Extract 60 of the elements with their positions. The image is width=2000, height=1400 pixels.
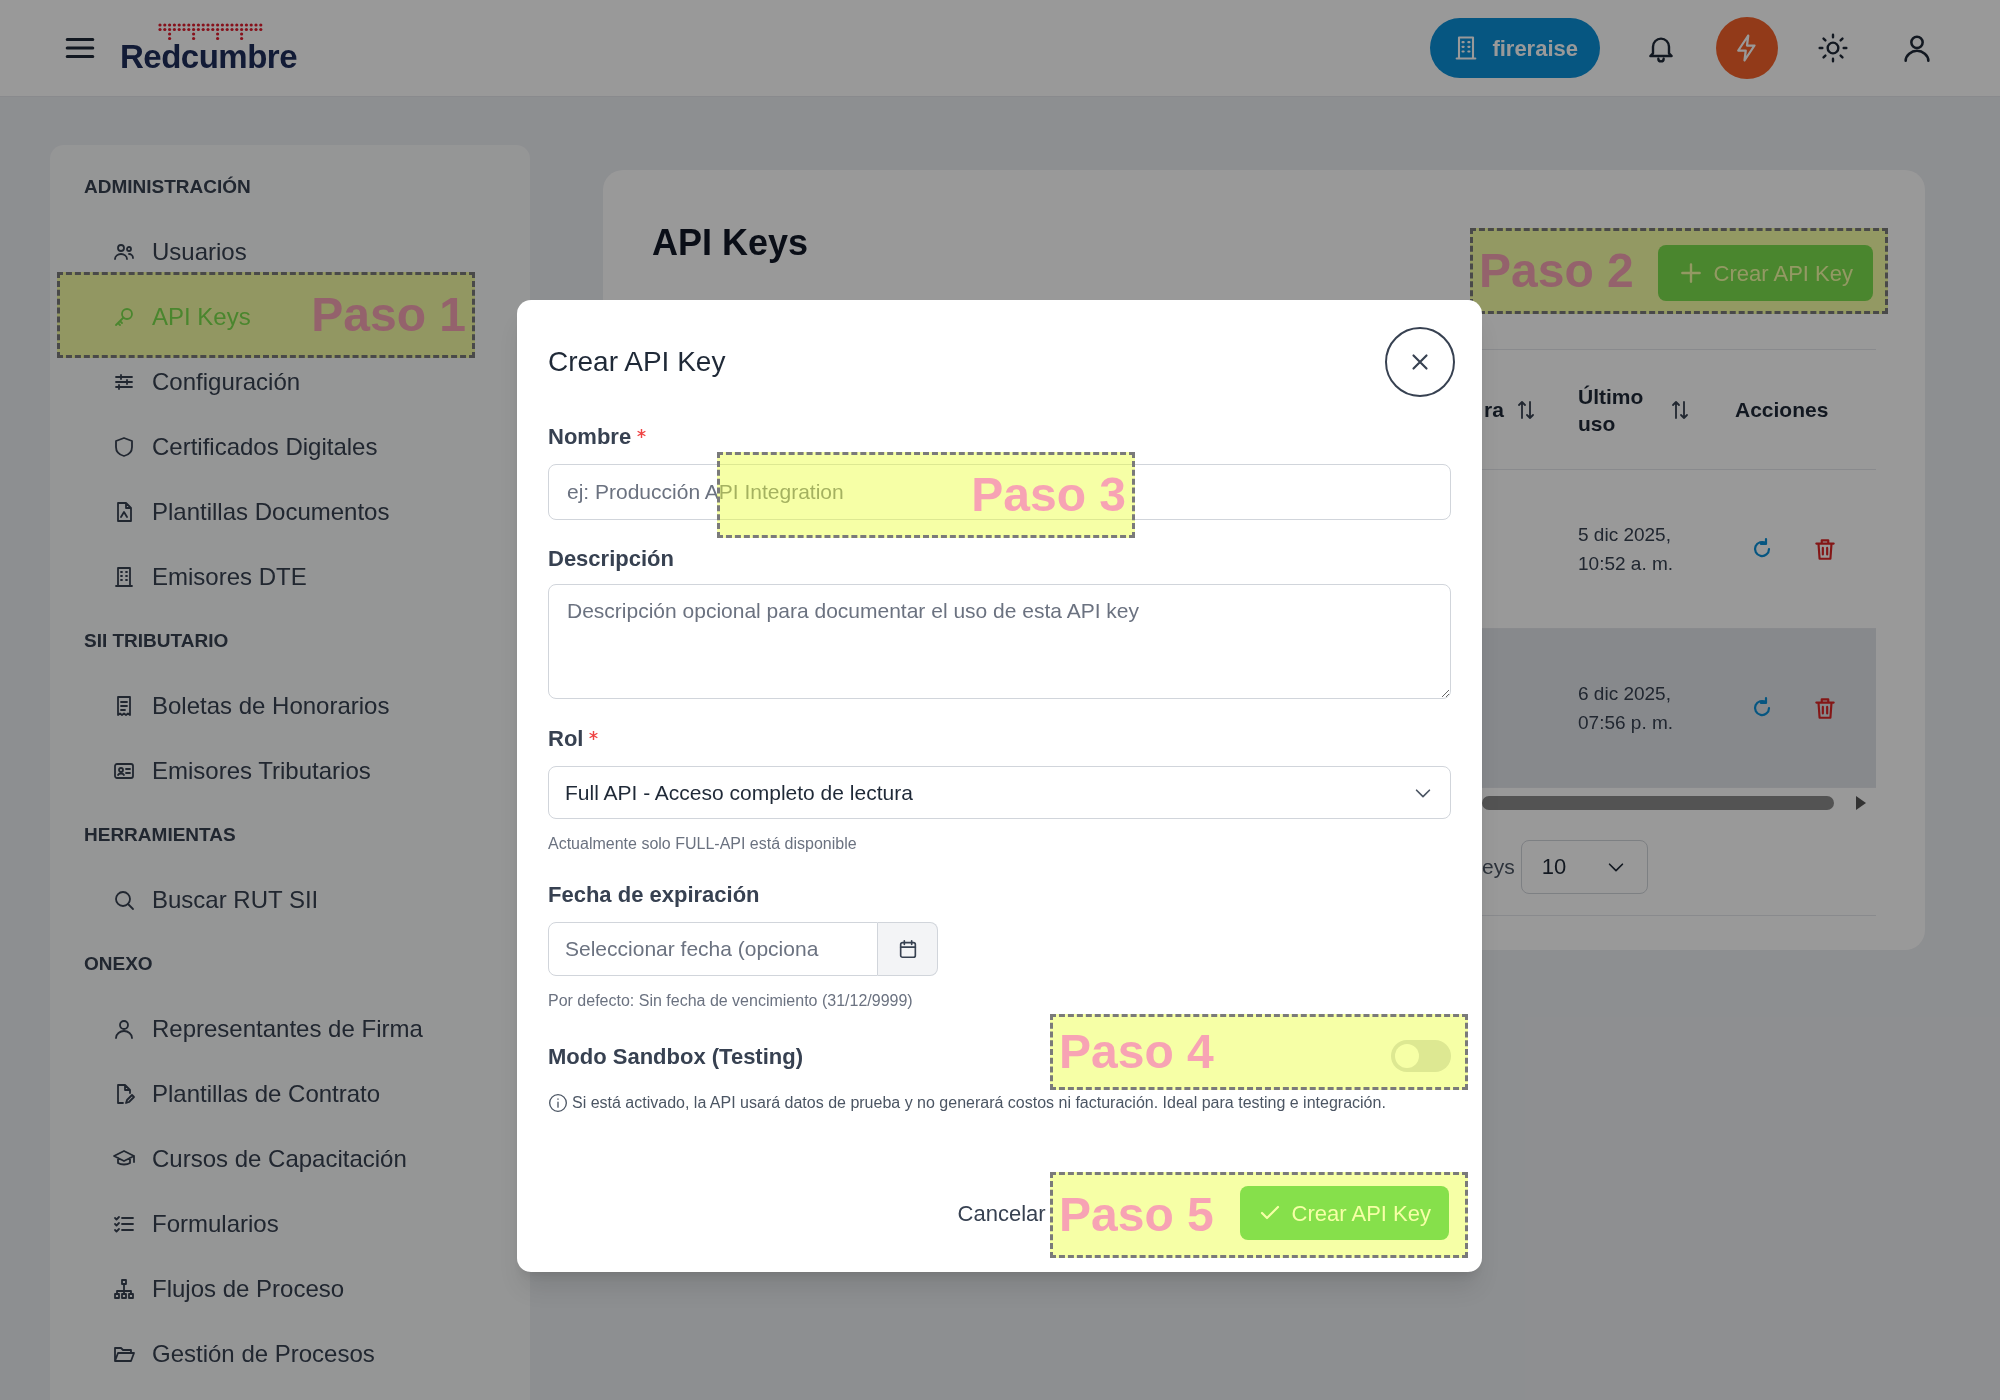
building-icon <box>112 564 136 589</box>
info-icon <box>548 1093 568 1113</box>
section-heading: ADMINISTRACIÓN <box>84 174 251 199</box>
page-size-select[interactable]: 10 <box>1520 839 1648 894</box>
help-text: Actualmente solo FULL-API está disponible <box>548 834 858 854</box>
sidebar-item[interactable]: Representantes de Firma <box>112 996 423 1061</box>
field-label: Modo Sandbox (Testing) <box>548 1042 803 1071</box>
sun-icon <box>1817 32 1849 64</box>
page-size-label: eys <box>1482 853 1515 880</box>
column-header: Acciones <box>1735 397 1829 423</box>
trash-icon <box>1812 695 1838 721</box>
sidebar-item[interactable]: Plantillas de Contrato <box>112 1061 381 1126</box>
field-label: Nombre <box>548 424 632 450</box>
sidebar-item[interactable]: Emisores DTE <box>112 544 307 609</box>
sidebar-item[interactable]: Configuración <box>112 349 301 414</box>
sidebar-item[interactable]: Gestión de Procesos <box>112 1321 375 1386</box>
shield-icon <box>112 434 136 459</box>
description-input[interactable]: Descripción opcional para documentar el uso de esta API key <box>548 584 1451 699</box>
help-text: Por defecto: Sin fecha de vencimiento (31/12/9999) <box>548 991 914 1011</box>
sidebar-item[interactable]: Plantillas Documentos <box>112 479 390 544</box>
sidebar-item[interactable]: Buscar RUT SII <box>112 867 319 932</box>
brand-name: Redcumbre <box>120 40 298 74</box>
required-marker-icon <box>637 428 647 438</box>
organization-button[interactable]: fireraise <box>1430 18 1600 78</box>
delete-button[interactable] <box>1812 536 1838 562</box>
sidebar-item[interactable]: Cursos de Capacitación <box>112 1126 407 1191</box>
hierarchy-icon <box>112 1276 136 1301</box>
sidebar-item[interactable]: Certificados Digitales <box>112 414 378 479</box>
step-label: Paso 5 <box>1059 1191 1214 1239</box>
step-label: Paso 3 <box>971 471 1126 519</box>
field-label: Rol <box>548 726 584 752</box>
delete-button[interactable] <box>1812 695 1838 721</box>
close-button[interactable] <box>1385 327 1455 397</box>
sandbox-toggle[interactable] <box>1391 1040 1451 1072</box>
column-header: ra <box>1484 397 1504 423</box>
trash-icon <box>1812 536 1838 562</box>
sidebar-item[interactable]: Usuarios <box>112 219 247 284</box>
column-header: Último uso <box>1578 383 1645 437</box>
sidebar-item[interactable]: Boletas de Honorarios <box>112 673 390 738</box>
info-text: Si está activado, la API usará datos de prueba y no generará costos ni facturación. Ideal para testing e integración. <box>572 1093 1387 1113</box>
field-label: Descripción <box>548 546 674 572</box>
last-used-date: 5 dic 2025, 10:52 a. m. <box>1578 523 1675 576</box>
step-label: Paso 4 <box>1059 1028 1214 1076</box>
required-marker-icon <box>589 730 599 740</box>
expiration-date-input[interactable]: Seleccionar fecha (opciona <box>548 922 878 976</box>
last-used-date: 6 dic 2025, 07:56 p. m. <box>1578 682 1675 735</box>
sidebar-item[interactable]: Formularios <box>112 1191 279 1256</box>
section-heading: ONEXO <box>84 951 153 976</box>
page-title: API Keys <box>652 221 809 265</box>
cancel-button[interactable]: Cancelar <box>953 1186 1050 1240</box>
sidebar-item[interactable]: Emisores Tributarios <box>112 738 371 803</box>
scroll-right-arrow-icon[interactable] <box>1856 796 1866 810</box>
role-select[interactable]: Full API - Acceso completo de lectura <box>548 766 1451 819</box>
calendar-button[interactable] <box>878 922 938 976</box>
sidebar-item[interactable]: Flujos de Proceso <box>112 1256 345 1321</box>
scrollbar[interactable] <box>1482 796 1834 810</box>
dialog-title: Crear API Key <box>548 345 726 379</box>
section-heading: HERRAMIENTAS <box>84 822 236 847</box>
field-label: Fecha de expiración <box>548 882 760 908</box>
section-heading: SII TRIBUTARIO <box>84 628 229 653</box>
